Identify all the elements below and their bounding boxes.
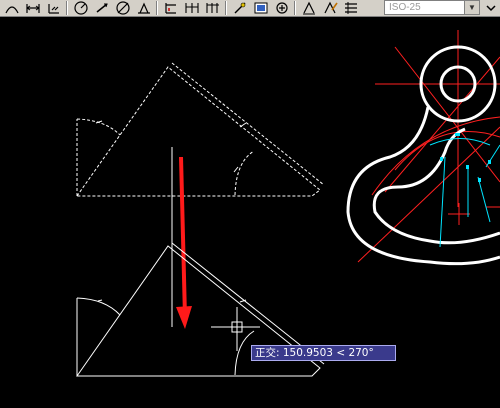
toolbar-separator xyxy=(225,1,227,15)
dimension-edit-icon[interactable] xyxy=(271,0,292,16)
model-space-canvas[interactable] xyxy=(0,17,500,408)
dimension-update-icon[interactable] xyxy=(319,0,340,16)
continue-icon[interactable] xyxy=(181,0,202,16)
ghost-triangle xyxy=(76,62,325,197)
toolbar-separator xyxy=(66,1,68,15)
toolbar-overflow-icon[interactable] xyxy=(484,1,498,15)
baseline-icon[interactable] xyxy=(160,0,181,16)
tolerance-icon[interactable] xyxy=(229,0,250,16)
ordinate-icon[interactable] xyxy=(43,0,64,16)
dynamic-input-tooltip: 正交: 150.9503 < 270° xyxy=(251,345,396,361)
dimension-toolbar: ISO-25 ▼ xyxy=(0,0,500,17)
mechanical-part xyxy=(346,30,500,266)
cad-window: ISO-25 ▼ 正交: 150.9503 < 270° xyxy=(0,0,500,408)
ghost-dimension-ticks xyxy=(95,120,247,173)
move-direction-arrow xyxy=(176,156,192,329)
dimension-linear-icon[interactable] xyxy=(22,0,43,16)
toolbar-separator xyxy=(156,1,158,15)
arc-icon[interactable] xyxy=(1,0,22,16)
leader-icon[interactable] xyxy=(202,0,223,16)
angular-icon[interactable] xyxy=(112,0,133,16)
quick-dimension-icon[interactable] xyxy=(133,0,154,16)
toolbar-separator xyxy=(294,1,296,15)
chevron-down-icon[interactable]: ▼ xyxy=(464,1,479,14)
dimension-style-icon[interactable] xyxy=(340,0,361,16)
diameter-icon[interactable] xyxy=(91,0,112,16)
dimension-style-select[interactable]: ISO-25 ▼ xyxy=(384,0,480,15)
dimension-text-edit-icon[interactable] xyxy=(298,0,319,16)
dimension-style-value: ISO-25 xyxy=(389,2,421,13)
radius-icon[interactable] xyxy=(70,0,91,16)
center-mark-icon[interactable] xyxy=(250,0,271,16)
